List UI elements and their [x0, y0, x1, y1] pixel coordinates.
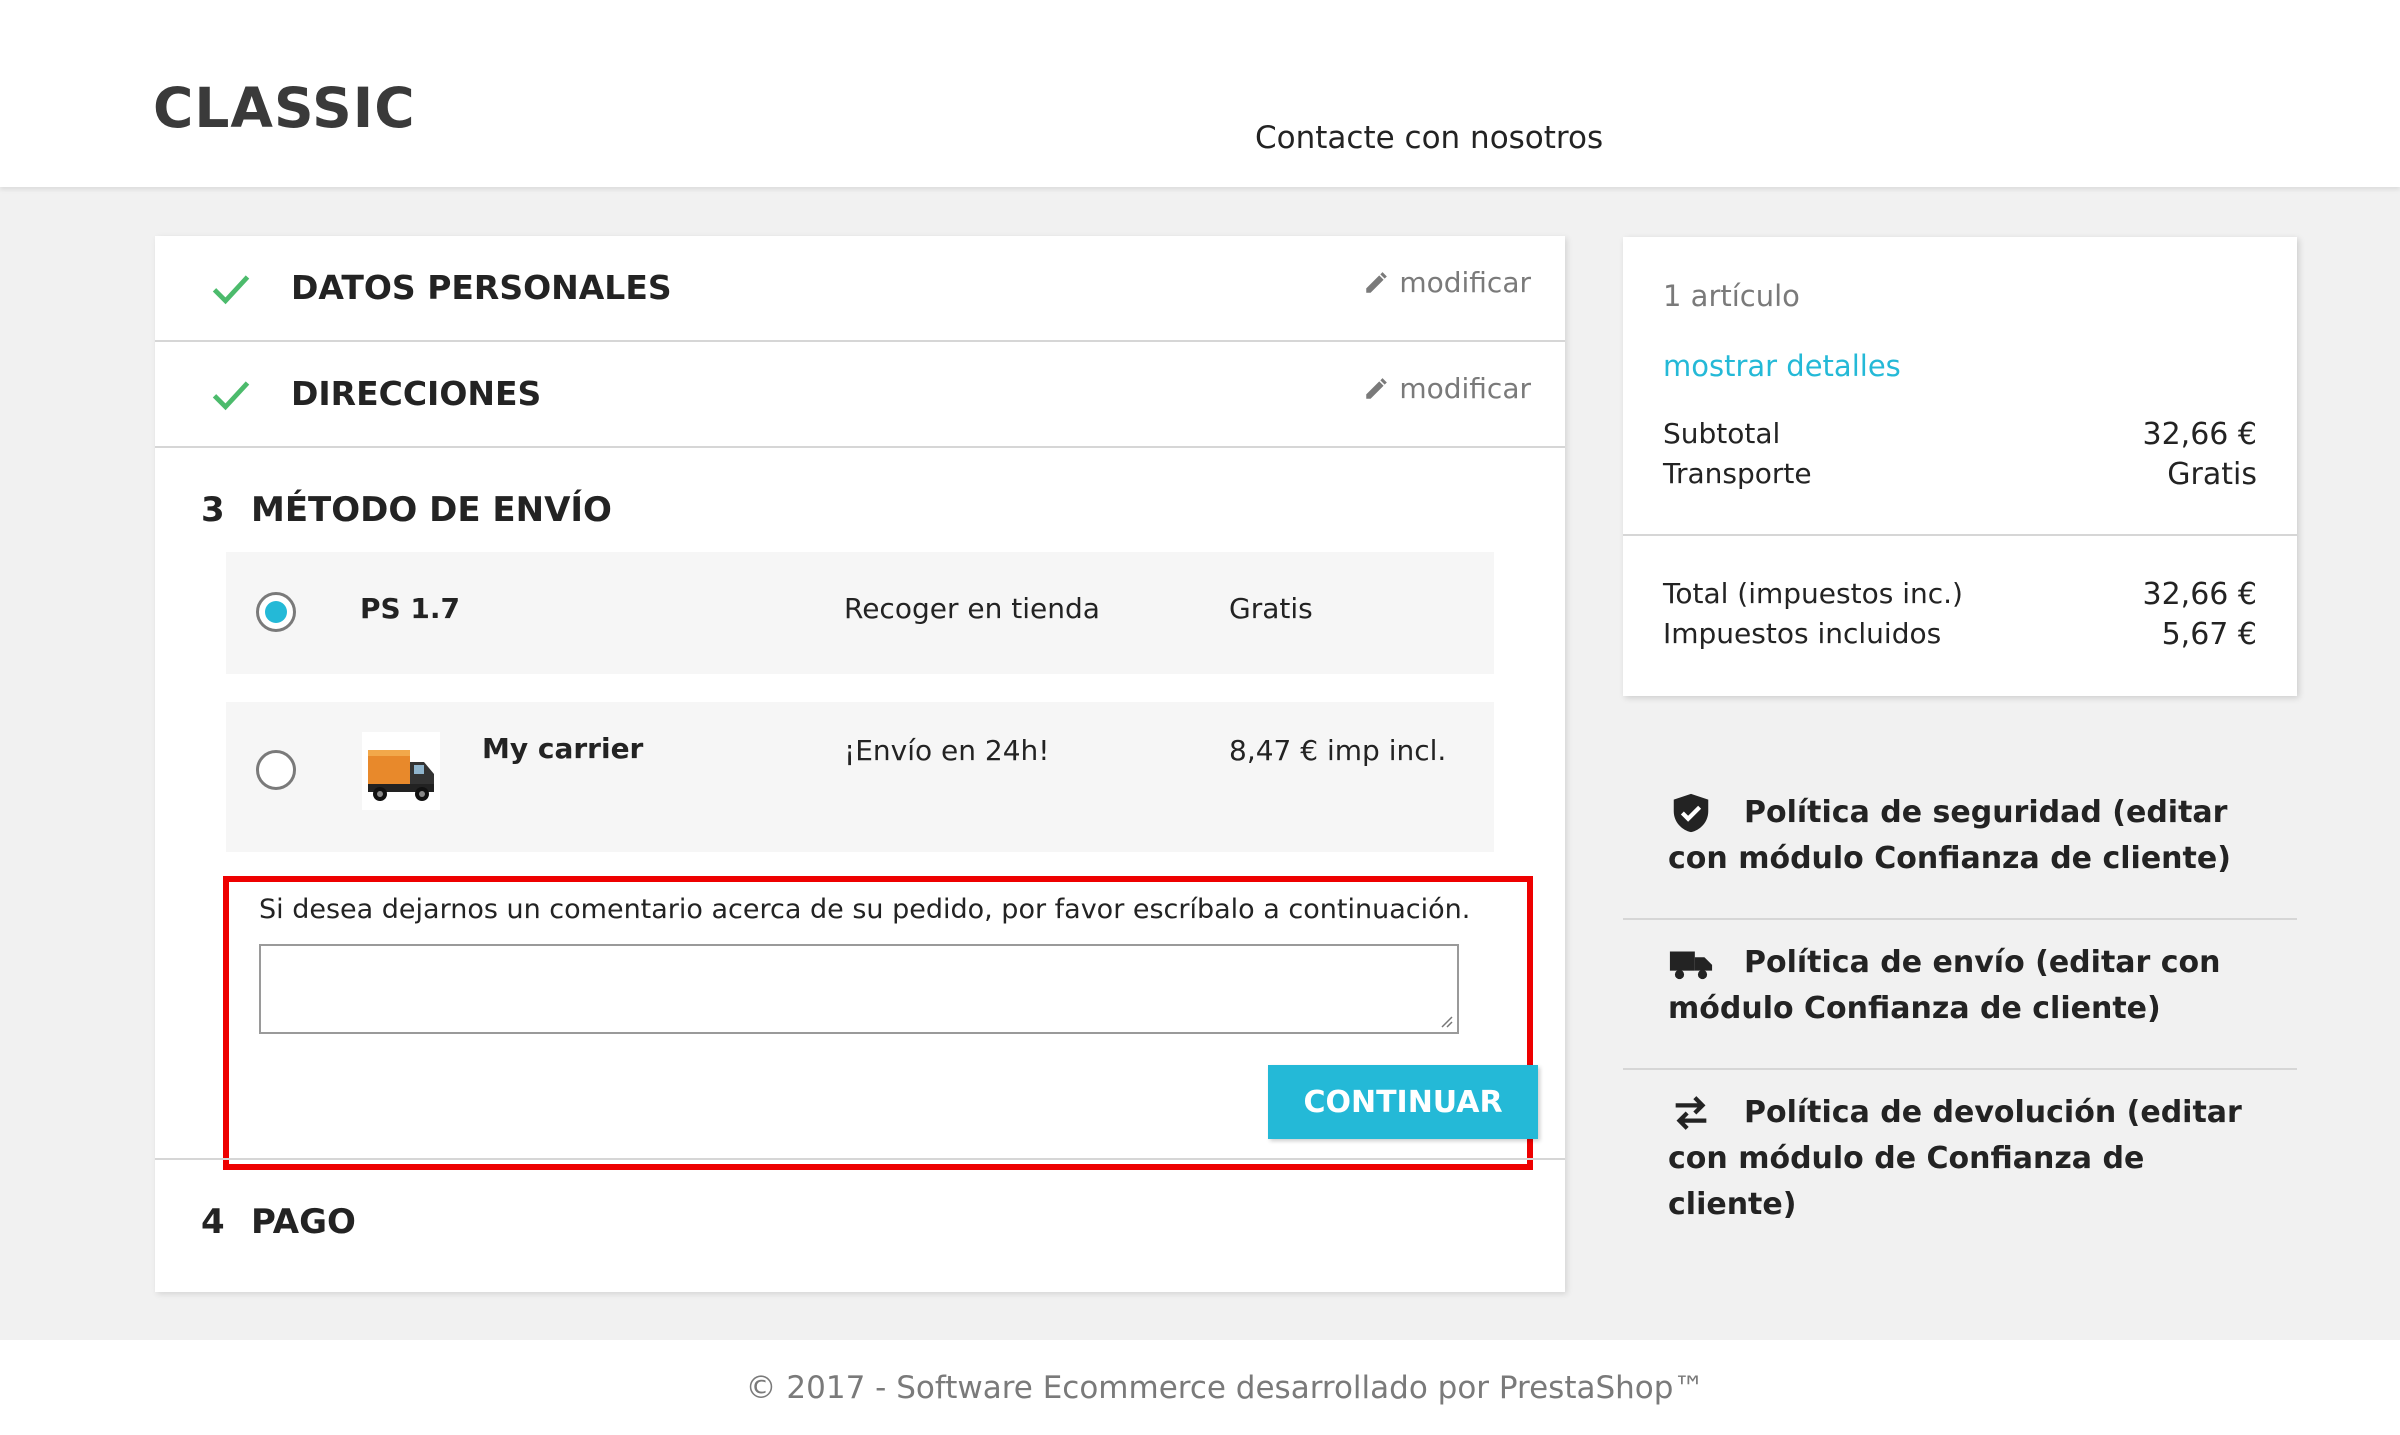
- summary-divider: [1623, 534, 2297, 536]
- carrier-price: 8,47 € imp incl.: [1229, 734, 1447, 767]
- step-title: DATOS PERSONALES: [291, 268, 672, 307]
- total-value: 32,66 €: [2142, 577, 2257, 612]
- step-payment-title: 4 PAGO: [201, 1202, 356, 1242]
- pencil-icon: [1366, 271, 1388, 293]
- carrier-price: Gratis: [1229, 592, 1313, 625]
- reassurance-returns: Política de devolución (editar con módul…: [1623, 1070, 2297, 1222]
- tax-value: 5,67 €: [2161, 617, 2257, 652]
- carrier-delay: Recoger en tienda: [844, 592, 1100, 625]
- edit-addresses-link[interactable]: modificar: [1363, 372, 1531, 405]
- step-addresses[interactable]: DIRECCIONES modificar: [155, 342, 1565, 448]
- step-label: MÉTODO DE ENVÍO: [251, 490, 612, 530]
- carrier-option-ps17[interactable]: PS 1.7 Recoger en tienda Gratis: [226, 552, 1494, 674]
- step-divider: [155, 1158, 1565, 1160]
- tax-label: Impuestos incluidos: [1663, 617, 1942, 650]
- carrier-option-my-carrier[interactable]: My carrier ¡Envío en 24h! 8,47 € imp inc…: [226, 702, 1494, 852]
- checkmark-icon: [212, 381, 250, 411]
- continue-button[interactable]: CONTINUAR: [1268, 1065, 1538, 1139]
- resize-handle-icon[interactable]: [1439, 1014, 1453, 1028]
- pencil-icon: [1366, 377, 1388, 399]
- carrier-name: My carrier: [482, 732, 644, 765]
- step-label: PAGO: [251, 1202, 356, 1242]
- carrier-delay: ¡Envío en 24h!: [844, 734, 1050, 767]
- step-number: 4: [201, 1202, 225, 1242]
- shipping-row: Transporte Gratis: [1663, 457, 2257, 492]
- step-shipping-method-title: 3 MÉTODO DE ENVÍO: [201, 490, 612, 530]
- copyright-text[interactable]: © 2017 - Software Ecommerce desarrollado…: [0, 1370, 2400, 1406]
- step-title: DIRECCIONES: [291, 374, 542, 413]
- delivery-truck-icon: [368, 750, 434, 801]
- edit-personal-data-link[interactable]: modificar: [1363, 266, 1531, 299]
- total-label: Total (impuestos inc.): [1663, 577, 1963, 610]
- site-header: CLASSIC Contacte con nosotros: [0, 0, 2400, 187]
- carrier-logo: [362, 732, 440, 810]
- checkmark-icon: [212, 275, 250, 305]
- edit-label: modificar: [1399, 266, 1531, 299]
- cart-summary: 1 artículo mostrar detalles Subtotal 32,…: [1623, 237, 2297, 696]
- carrier-name: PS 1.7: [360, 592, 461, 625]
- reassurance-text: Política de devolución (editar con módul…: [1668, 1095, 2242, 1222]
- order-comment-section: Si desea dejarnos un comentario acerca d…: [223, 876, 1538, 1170]
- step-number: 3: [201, 490, 225, 530]
- items-count: 1 artículo: [1663, 279, 1800, 313]
- total-row: Total (impuestos inc.) 32,66 €: [1663, 577, 2257, 612]
- reassurance-text: Política de envío (editar con módulo Con…: [1668, 945, 2221, 1026]
- carrier-radio[interactable]: [256, 750, 296, 790]
- carrier-radio[interactable]: [256, 592, 296, 632]
- comment-label: Si desea dejarnos un comentario acerca d…: [259, 894, 1471, 925]
- site-footer: © 2017 - Software Ecommerce desarrollado…: [0, 1340, 2400, 1435]
- reassurance-security: Política de seguridad (editar con módulo…: [1623, 770, 2297, 920]
- reassurance-shipping: Política de envío (editar con módulo Con…: [1623, 920, 2297, 1070]
- shipping-value: Gratis: [2167, 457, 2257, 492]
- subtotal-label: Subtotal: [1663, 417, 1781, 450]
- subtotal-row: Subtotal 32,66 €: [1663, 417, 2257, 452]
- contact-link[interactable]: Contacte con nosotros: [1255, 120, 1603, 156]
- store-logo[interactable]: CLASSIC: [153, 76, 416, 140]
- checkout-steps: DATOS PERSONALES modificar DIRECCIONES m…: [155, 236, 1565, 1292]
- shipping-label: Transporte: [1663, 457, 1812, 490]
- edit-label: modificar: [1399, 372, 1531, 405]
- step-personal-data[interactable]: DATOS PERSONALES modificar: [155, 236, 1565, 342]
- subtotal-value: 32,66 €: [2142, 417, 2257, 452]
- tax-row: Impuestos incluidos 5,67 €: [1663, 617, 2257, 652]
- reassurance-text: Política de seguridad (editar con módulo…: [1668, 795, 2231, 876]
- show-details-link[interactable]: mostrar detalles: [1663, 349, 1901, 383]
- comment-textarea[interactable]: [259, 944, 1459, 1034]
